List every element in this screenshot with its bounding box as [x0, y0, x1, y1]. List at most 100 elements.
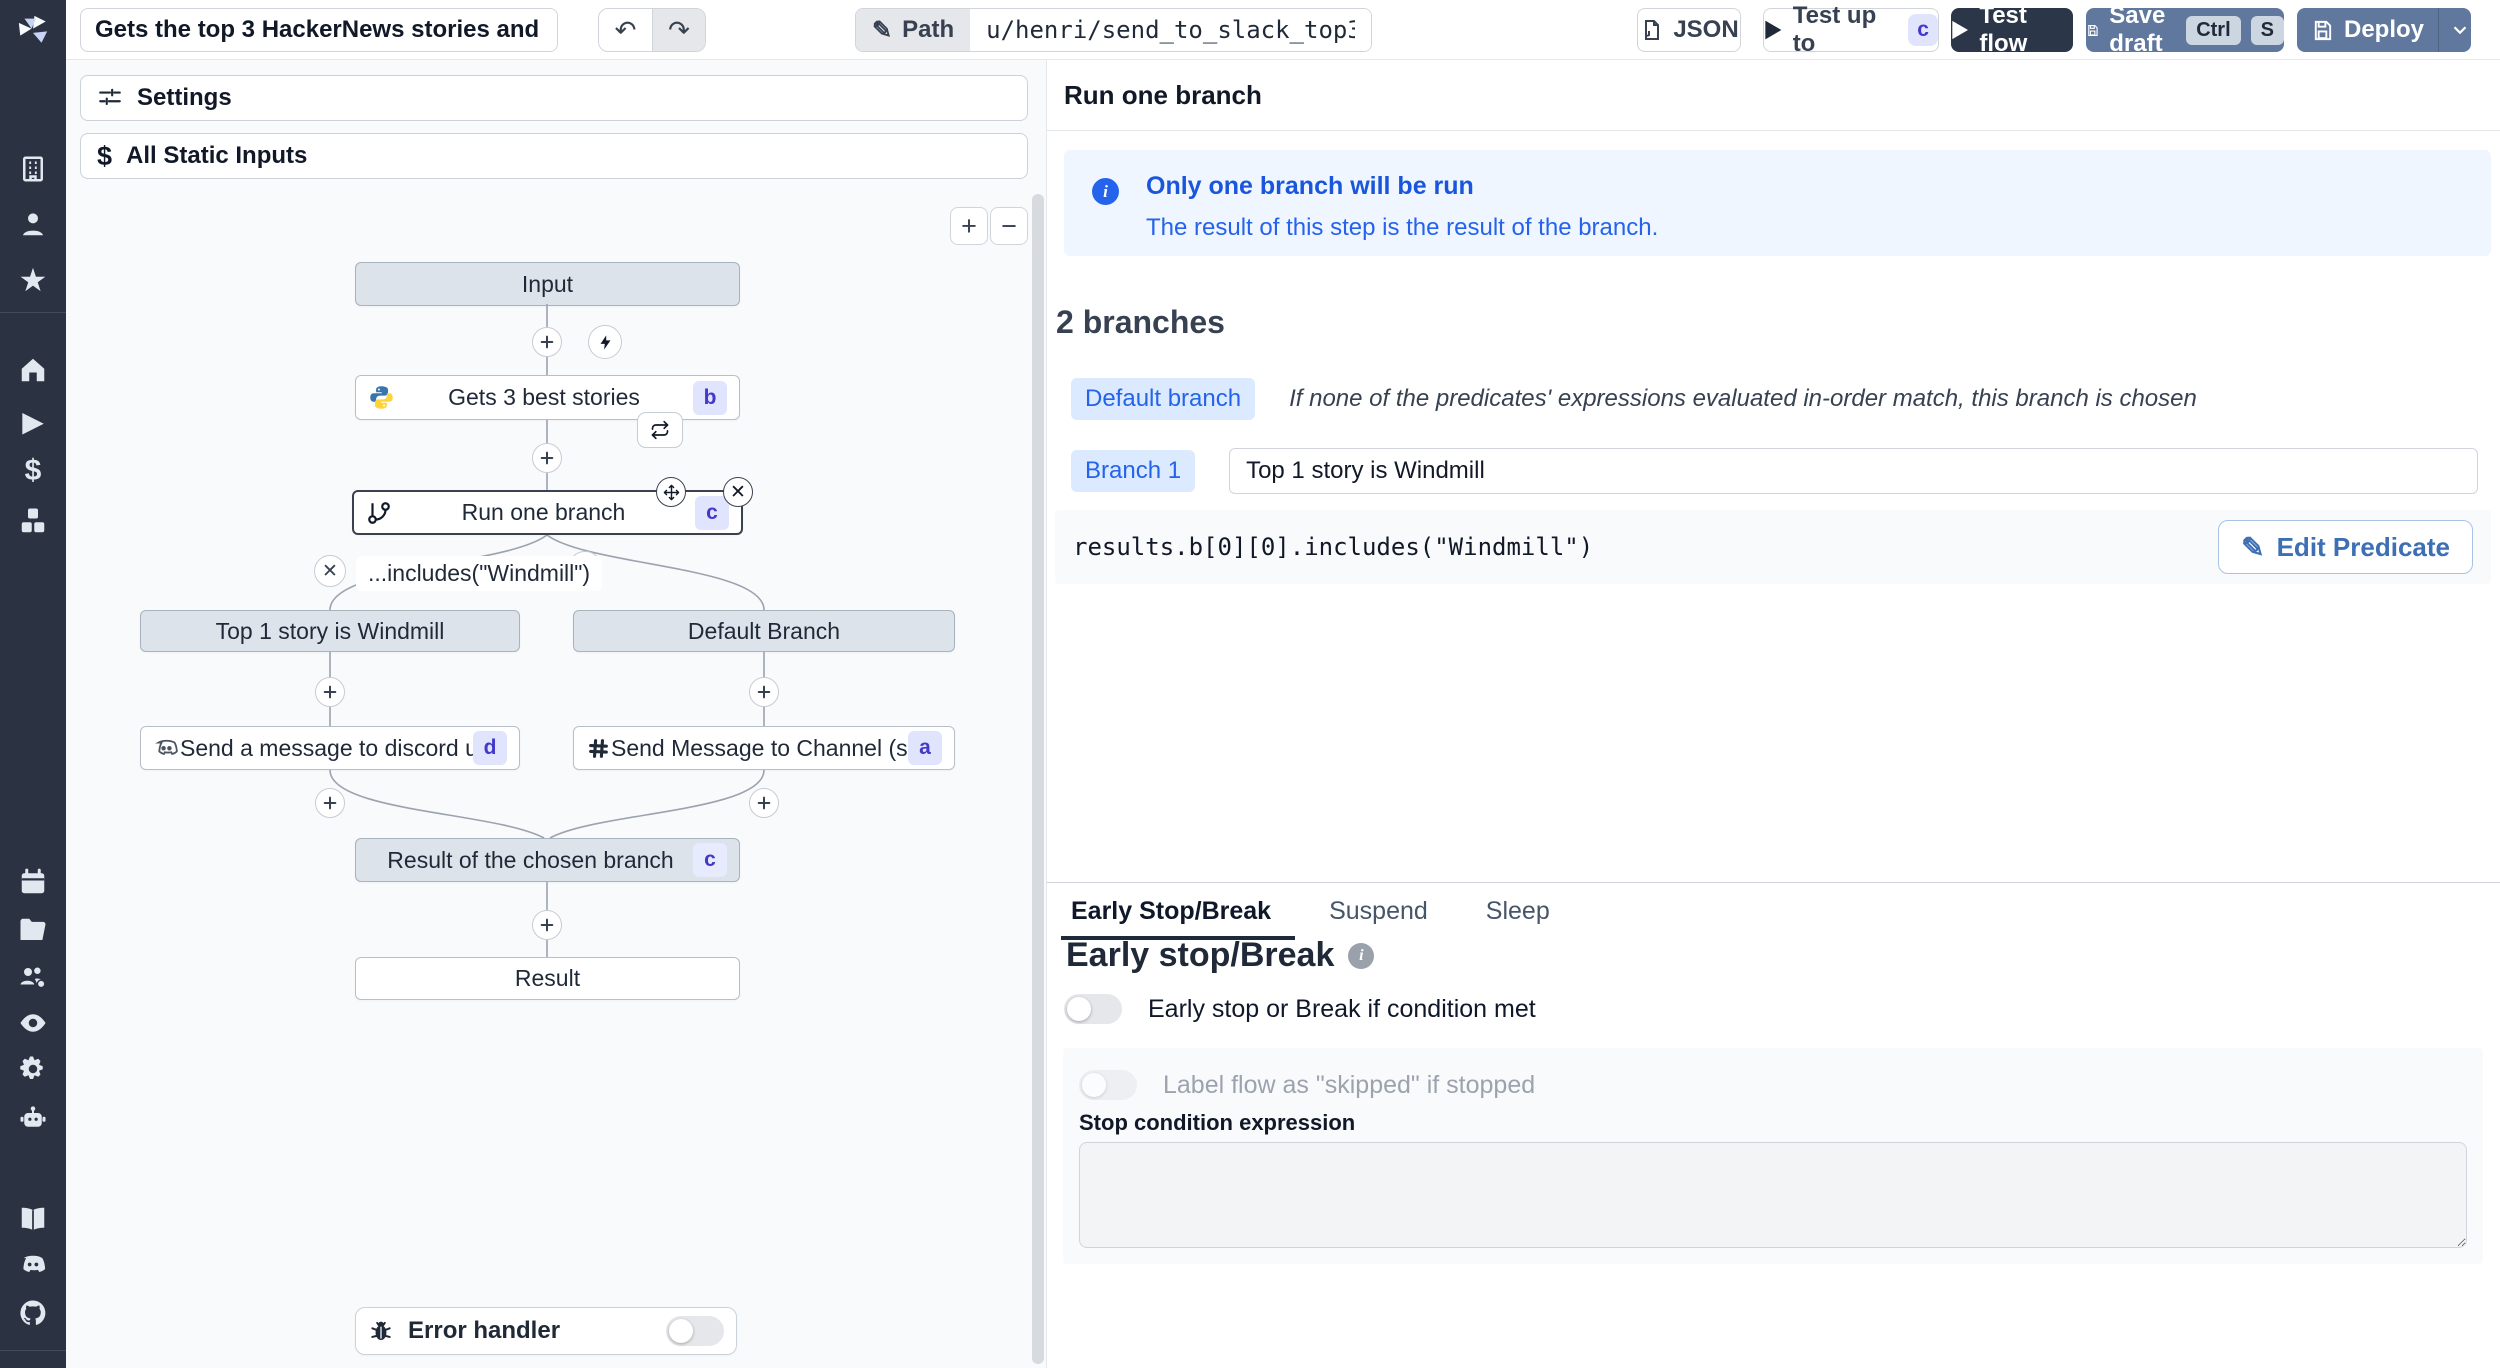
docs-book-icon[interactable]: [16, 1202, 50, 1236]
chevron-down-icon: [2453, 26, 2467, 35]
variables-dollar-icon[interactable]: $: [16, 454, 50, 488]
resources-cubes-icon[interactable]: [16, 504, 50, 538]
folders-icon[interactable]: [16, 913, 50, 947]
pencil-icon: ✎: [872, 16, 893, 44]
ai-robot-icon[interactable]: [16, 1101, 50, 1135]
default-branch-description: If none of the predicates' expressions e…: [1289, 385, 2197, 412]
tab-sleep[interactable]: Sleep: [1476, 883, 1574, 940]
branch1-badge: Branch 1: [1071, 450, 1196, 492]
path-label-text: Path: [902, 16, 955, 43]
windmill-logo[interactable]: [0, 0, 66, 60]
early-stop-toggle-label: Early stop or Break if condition met: [1148, 994, 1536, 1023]
default-branch-badge: Default branch: [1071, 378, 1256, 420]
add-step-button[interactable]: [315, 788, 345, 818]
early-stop-heading-text: Early stop/Break: [1066, 936, 1335, 974]
early-stop-toggle[interactable]: [1064, 994, 1122, 1024]
runs-play-icon[interactable]: ▶: [16, 404, 50, 438]
divider: [1047, 130, 2500, 131]
save-icon: [2088, 24, 2098, 36]
test-flow-button[interactable]: Test flow: [1951, 2, 2073, 57]
git-branch-icon: [368, 501, 390, 524]
skip-label-toggle[interactable]: [1079, 1070, 1137, 1100]
panel-title: Run one branch: [1064, 80, 1262, 110]
add-step-button[interactable]: [532, 327, 562, 357]
info-icon[interactable]: i: [1348, 942, 1375, 969]
info-alert: i Only one branch will be run The result…: [1064, 150, 2491, 256]
flow-graph-panel: Settings $ All Static Inputs + − Input G…: [66, 60, 1046, 1368]
path-input[interactable]: [970, 9, 1371, 51]
default-branch-row: Default branch If none of the predicates…: [1071, 378, 2197, 420]
edit-predicate-label: Edit Predicate: [2276, 531, 2450, 562]
left-sidebar: ★ ▶ $: [0, 60, 66, 1368]
settings-gear-icon[interactable]: [16, 1052, 50, 1086]
remove-branch-button[interactable]: ✕: [314, 555, 346, 587]
move-icon: [663, 484, 679, 500]
play-icon: [1952, 20, 1969, 40]
path-label[interactable]: ✎ Path: [856, 9, 971, 51]
deploy-dropdown-button[interactable]: [2449, 8, 2471, 52]
redo-icon: ↷: [668, 14, 690, 45]
plus-icon: [540, 918, 554, 932]
predicate-pill[interactable]: ...includes("Windmill"): [356, 556, 603, 591]
sidebar-divider: [0, 312, 66, 313]
tab-early-stop-break[interactable]: Early Stop/Break: [1061, 883, 1296, 940]
play-icon: [1765, 20, 1782, 40]
workspace-icon[interactable]: [16, 152, 50, 186]
test-flow-label: Test flow: [1979, 2, 2028, 57]
favorites-star-icon[interactable]: ★: [16, 262, 50, 298]
loop-retry-button[interactable]: [637, 412, 683, 448]
user-icon[interactable]: [16, 207, 50, 241]
move-node-button[interactable]: [656, 477, 686, 507]
test-up-to-step-badge: c: [1908, 14, 1939, 46]
windmill-flow-editor: ↶ ↷ ✎ Path JSON Test up to c Test flow: [0, 0, 2500, 1368]
undo-redo-group: ↶ ↷: [598, 8, 706, 52]
sidebar-divider: [0, 1350, 66, 1351]
add-step-button[interactable]: [532, 910, 562, 940]
delete-node-button[interactable]: ✕: [723, 477, 753, 507]
trigger-bolt-button[interactable]: [588, 325, 622, 359]
alert-body: The result of this step is the result of…: [1146, 214, 1659, 241]
undo-button[interactable]: ↶: [599, 9, 652, 51]
kbd-s: S: [2250, 15, 2284, 45]
stop-condition-textarea[interactable]: [1079, 1142, 2467, 1248]
save-draft-button[interactable]: Save draft Ctrl S: [2086, 2, 2284, 57]
deploy-button[interactable]: Deploy: [2297, 8, 2471, 52]
skip-label-toggle-label: Label flow as "skipped" if stopped: [1163, 1070, 1536, 1099]
skip-label-toggle-row: Label flow as "skipped" if stopped: [1079, 1070, 1535, 1100]
windmill-logo-icon: [18, 15, 48, 43]
json-button[interactable]: JSON: [1637, 8, 1741, 52]
repeat-icon: [651, 420, 669, 440]
plus-icon: [540, 335, 554, 349]
test-up-to-label: Test up to: [1792, 2, 1877, 57]
github-icon[interactable]: [16, 1296, 50, 1330]
branch1-row: Branch 1: [1071, 448, 2478, 494]
audit-eye-icon[interactable]: [16, 1006, 50, 1040]
test-up-to-button[interactable]: Test up to c: [1763, 2, 1939, 57]
schedules-calendar-icon[interactable]: [16, 865, 50, 899]
advanced-tabs: Early Stop/Break Suspend Sleep: [1047, 882, 2500, 940]
plus-icon: [757, 796, 771, 810]
discord-icon[interactable]: [16, 1248, 50, 1282]
plus-icon: [540, 451, 554, 465]
file-json-icon: [1645, 20, 1660, 40]
lightning-icon: [600, 334, 610, 350]
alert-title: Only one branch will be run: [1146, 172, 1474, 200]
redo-button[interactable]: ↷: [652, 9, 705, 51]
deploy-main[interactable]: Deploy: [2297, 8, 2440, 52]
home-icon[interactable]: [16, 353, 50, 387]
early-stop-toggle-row: Early stop or Break if condition met: [1064, 994, 1536, 1024]
tab-suspend[interactable]: Suspend: [1319, 883, 1452, 940]
branch1-summary-input[interactable]: [1229, 448, 2478, 494]
node-run-one-branch-label: Run one branch: [461, 499, 626, 525]
add-step-button[interactable]: [749, 677, 779, 707]
add-step-button[interactable]: [749, 788, 779, 818]
flow-title-input[interactable]: [80, 8, 558, 52]
undo-icon: ↶: [614, 14, 637, 45]
plus-icon: [323, 685, 337, 699]
step-detail-panel: Run one branch i Only one branch will be…: [1046, 60, 2500, 1368]
pencil-icon: ✎: [2241, 531, 2265, 563]
groups-users-icon[interactable]: [16, 960, 50, 994]
add-step-button[interactable]: [532, 443, 562, 473]
edit-predicate-button[interactable]: ✎ Edit Predicate: [2218, 520, 2473, 574]
add-step-button[interactable]: [315, 677, 345, 707]
